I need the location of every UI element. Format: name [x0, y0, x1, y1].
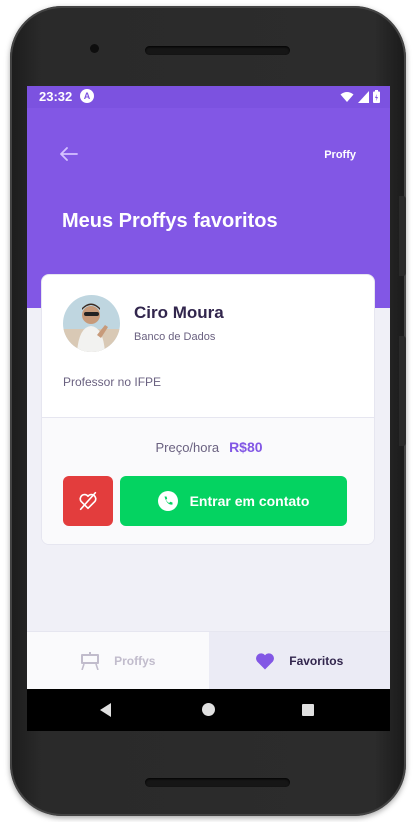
- tab-favoritos-label: Favoritos: [289, 653, 344, 668]
- unfavorite-button[interactable]: [63, 476, 113, 526]
- price-label: Preço/hora: [155, 440, 220, 455]
- volume-button: [399, 196, 406, 276]
- teacher-card: Ciro Moura Banco de Dados Professor no I…: [41, 274, 375, 545]
- earpiece: [145, 46, 290, 55]
- teacher-bio: Professor no IFPE: [63, 375, 162, 389]
- contact-button-label: Entrar em contato: [189, 493, 310, 509]
- nav-back-icon[interactable]: [100, 703, 111, 717]
- bottom-tab-bar: Proffys Favoritos: [27, 631, 390, 689]
- tab-proffys-label: Proffys: [114, 653, 156, 668]
- back-arrow-icon[interactable]: [60, 145, 78, 166]
- heart-icon: [256, 652, 275, 669]
- easel-icon: [81, 651, 100, 670]
- page-title: Meus Proffys favoritos: [62, 210, 278, 232]
- teacher-name: Ciro Moura: [134, 303, 224, 322]
- speaker-grille: [145, 778, 290, 787]
- tab-favoritos[interactable]: Favoritos: [208, 632, 390, 689]
- avatar: [63, 295, 120, 352]
- card-footer: Preço/hora R$80 Entrar em contato: [42, 417, 374, 544]
- heart-off-icon: [79, 491, 97, 511]
- tab-proffys[interactable]: Proffys: [27, 632, 209, 689]
- wifi-icon: [340, 91, 354, 102]
- power-button: [399, 336, 406, 446]
- status-time: 23:32: [39, 89, 73, 104]
- status-icons: [340, 90, 380, 103]
- price-value: R$80: [229, 439, 263, 455]
- nav-home-icon[interactable]: [202, 703, 215, 716]
- whatsapp-icon: [157, 491, 178, 511]
- battery-icon: [373, 90, 380, 103]
- app-notification-icon: A: [80, 89, 94, 103]
- proffy-logo: Proffy: [324, 149, 356, 161]
- screen: 23:32 A Proffy Meus Proffys favoritos Ci…: [27, 86, 390, 731]
- price: Preço/hora R$80: [42, 439, 374, 455]
- android-nav-bar: [27, 689, 390, 731]
- status-bar: 23:32 A: [27, 86, 390, 108]
- signal-icon: [358, 90, 369, 103]
- front-camera: [90, 44, 99, 53]
- teacher-subject: Banco de Dados: [134, 331, 216, 343]
- contact-button[interactable]: Entrar em contato: [120, 476, 347, 526]
- nav-recents-icon[interactable]: [302, 704, 314, 716]
